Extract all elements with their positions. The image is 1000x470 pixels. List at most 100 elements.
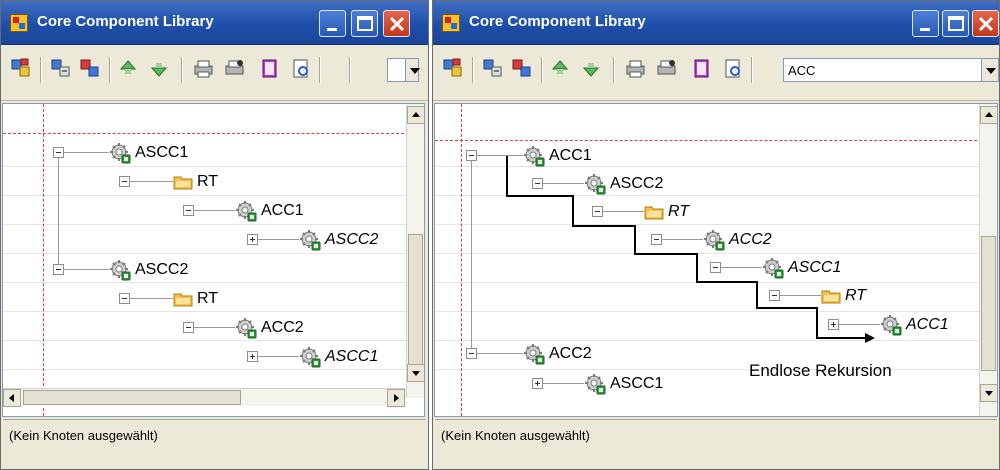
tree-node-label: RT — [197, 173, 219, 190]
expand-icon[interactable] — [247, 351, 258, 362]
combo-dropdown-button[interactable] — [981, 58, 999, 82]
minimize-button[interactable] — [319, 10, 346, 37]
tree-node-label: RT — [197, 290, 219, 307]
collapse-icon[interactable] — [183, 205, 194, 216]
gear-icon — [584, 173, 606, 195]
left-horizontal-scrollbar[interactable] — [3, 388, 406, 407]
add-acc-icon[interactable] — [443, 58, 465, 80]
folder-icon — [173, 291, 193, 307]
tree-line — [189, 327, 235, 328]
tree-node[interactable]: RT — [644, 198, 689, 226]
collapse-icon[interactable] — [466, 348, 477, 359]
tree-node[interactable]: ACC1 — [880, 311, 949, 339]
add-ascc-icon[interactable] — [51, 58, 73, 80]
collapse-icon[interactable] — [651, 234, 662, 245]
minimize-button[interactable] — [912, 10, 939, 37]
collapse-icon[interactable] — [119, 176, 130, 187]
scroll-right-button[interactable] — [387, 389, 405, 407]
expand-icon[interactable] — [247, 234, 258, 245]
collapse-icon[interactable] — [592, 206, 603, 217]
tree-node[interactable]: ASCC2 — [584, 170, 663, 198]
print-setup-icon[interactable] — [656, 58, 678, 80]
tree-node-label: ASCC1 — [788, 259, 842, 276]
gear-icon — [703, 229, 725, 251]
add-ascc-icon[interactable] — [483, 58, 505, 80]
collapse-icon[interactable] — [183, 322, 194, 333]
book-icon[interactable] — [691, 58, 713, 80]
expand-icon[interactable] — [828, 319, 839, 330]
gear-icon — [109, 259, 131, 281]
close-button[interactable] — [972, 10, 999, 37]
add-acc-icon[interactable] — [11, 58, 33, 80]
print-icon[interactable] — [625, 58, 647, 80]
left-vertical-scrollbar[interactable] — [406, 104, 424, 398]
h-scroll-thumb[interactable] — [23, 390, 241, 405]
tree-node-label: ACC2 — [261, 319, 304, 336]
left-titlebar[interactable]: Core Component Library — [1, 1, 428, 45]
tree-node-label: ASCC2 — [135, 261, 189, 278]
maximize-button[interactable] — [351, 10, 378, 37]
scroll-up-button[interactable] — [980, 106, 997, 124]
tree-node[interactable]: ACC2 — [703, 226, 772, 254]
tree-node[interactable]: RT — [173, 285, 218, 313]
tree-node[interactable]: ACC1 — [523, 142, 592, 170]
tree-node[interactable]: ACC2 — [235, 314, 304, 342]
toolbar-separator — [472, 57, 474, 83]
preview-icon[interactable] — [723, 58, 745, 80]
scroll-up-button[interactable] — [407, 106, 424, 124]
collapse-icon[interactable] — [53, 264, 64, 275]
tree-node-label: RT — [668, 203, 690, 220]
scroll-thumb[interactable] — [408, 234, 423, 369]
collapse-icon[interactable] — [466, 150, 477, 161]
combo-dropdown-button[interactable] — [405, 58, 420, 82]
tree-node[interactable]: ACC1 — [235, 197, 304, 225]
tree-node[interactable]: ASCC2 — [299, 226, 378, 254]
tree-node[interactable]: ASCC1 — [299, 343, 378, 371]
scroll-down-button[interactable] — [407, 364, 424, 382]
tree-line — [253, 356, 299, 357]
collapse-icon[interactable] — [710, 262, 721, 273]
move-up-icon[interactable] — [550, 58, 572, 80]
tree-node[interactable]: ACC2 — [523, 340, 592, 368]
maximize-button[interactable] — [942, 10, 969, 37]
filter-combo[interactable]: ACC — [783, 58, 983, 82]
move-down-icon[interactable] — [581, 58, 603, 80]
tree-line — [125, 181, 173, 182]
print-icon[interactable] — [193, 58, 215, 80]
collapse-icon[interactable] — [53, 147, 64, 158]
collapse-icon[interactable] — [769, 290, 780, 301]
window-title: Core Component Library — [37, 13, 214, 30]
gear-icon — [299, 229, 321, 251]
right-titlebar[interactable]: Core Component Library — [433, 1, 999, 45]
move-down-icon[interactable] — [149, 58, 171, 80]
row-separator — [3, 282, 424, 283]
tree-node[interactable]: ASCC1 — [762, 254, 841, 282]
scroll-left-button[interactable] — [3, 389, 21, 407]
scroll-thumb[interactable] — [981, 236, 996, 371]
add-rt-icon[interactable] — [80, 58, 102, 80]
book-icon[interactable] — [259, 58, 281, 80]
tree-line — [64, 269, 109, 270]
right-vertical-scrollbar[interactable] — [979, 104, 997, 416]
add-rt-icon[interactable] — [512, 58, 534, 80]
collapse-icon[interactable] — [532, 178, 543, 189]
gear-icon — [299, 346, 321, 368]
tree-node[interactable]: ASCC1 — [109, 139, 188, 167]
toolbar-separator — [109, 57, 111, 83]
tree-node[interactable]: RT — [173, 168, 218, 196]
expand-icon[interactable] — [532, 378, 543, 389]
right-tree-view[interactable]: ACC1 ASCC2 RT ACC2 ASCC1 RT ACC1 ACC2 ASCC1 — [434, 103, 998, 417]
tree-node-label: ASCC2 — [610, 175, 664, 192]
tree-node[interactable]: ASCC2 — [109, 256, 188, 284]
close-button[interactable] — [383, 10, 410, 37]
preview-icon[interactable] — [291, 58, 313, 80]
left-tree-view[interactable]: ASCC1 RT ACC1 ASCC2 ASCC2 RT ACC2 ASCC1 — [2, 103, 425, 417]
print-setup-icon[interactable] — [224, 58, 246, 80]
scroll-down-button[interactable] — [980, 384, 997, 402]
collapse-icon[interactable] — [119, 293, 130, 304]
tree-node[interactable]: ASCC1 — [584, 370, 663, 398]
move-up-icon[interactable] — [118, 58, 140, 80]
tree-node[interactable]: RT — [821, 282, 866, 310]
tree-node-label: RT — [845, 287, 867, 304]
right-window: Core Component Library ACC ACC1 ASCC2 RT… — [432, 0, 1000, 470]
